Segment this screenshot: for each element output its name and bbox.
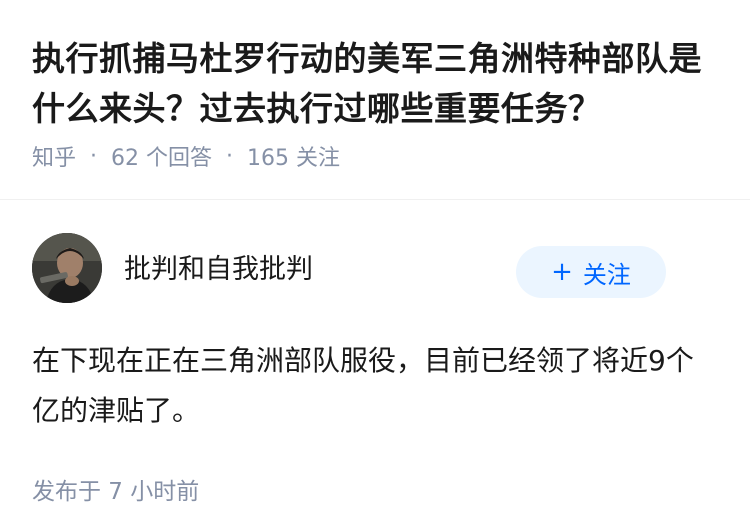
meta-separator: · — [226, 143, 234, 169]
avatar[interactable] — [32, 233, 102, 303]
answer-timestamp: 发布于 7 小时前 — [32, 479, 200, 505]
answer-content[interactable]: 在下现在正在三角洲部队服役，目前已经领了将近9个亿的津贴了。 — [32, 336, 718, 436]
plus-icon: + — [551, 257, 573, 287]
source-label[interactable]: 知乎 — [32, 140, 76, 172]
question-header: 执行抓捕马杜罗行动的美军三角洲特种部队是什么来头？过去执行过哪些重要任务？ 知乎… — [0, 0, 750, 200]
author-name[interactable]: 批判和自我批判 — [124, 247, 313, 286]
answers-count[interactable]: 62 个回答 — [111, 140, 212, 172]
avatar-photo-icon — [32, 233, 102, 303]
follow-button-label: 关注 — [582, 260, 631, 289]
follow-button[interactable]: + 关注 — [516, 246, 666, 298]
answer-card: 批判和自我批判 + 关注 在下现在正在三角洲部队服役，目前已经领了将近9个亿的津… — [0, 200, 750, 506]
followers-count[interactable]: 165 关注 — [247, 140, 340, 172]
question-meta: 知乎 · 62 个回答 · 165 关注 — [32, 140, 718, 172]
meta-separator: · — [90, 143, 98, 169]
author-row: 批判和自我批判 + 关注 — [32, 200, 718, 336]
question-title[interactable]: 执行抓捕马杜罗行动的美军三角洲特种部队是什么来头？过去执行过哪些重要任务？ — [32, 34, 718, 134]
